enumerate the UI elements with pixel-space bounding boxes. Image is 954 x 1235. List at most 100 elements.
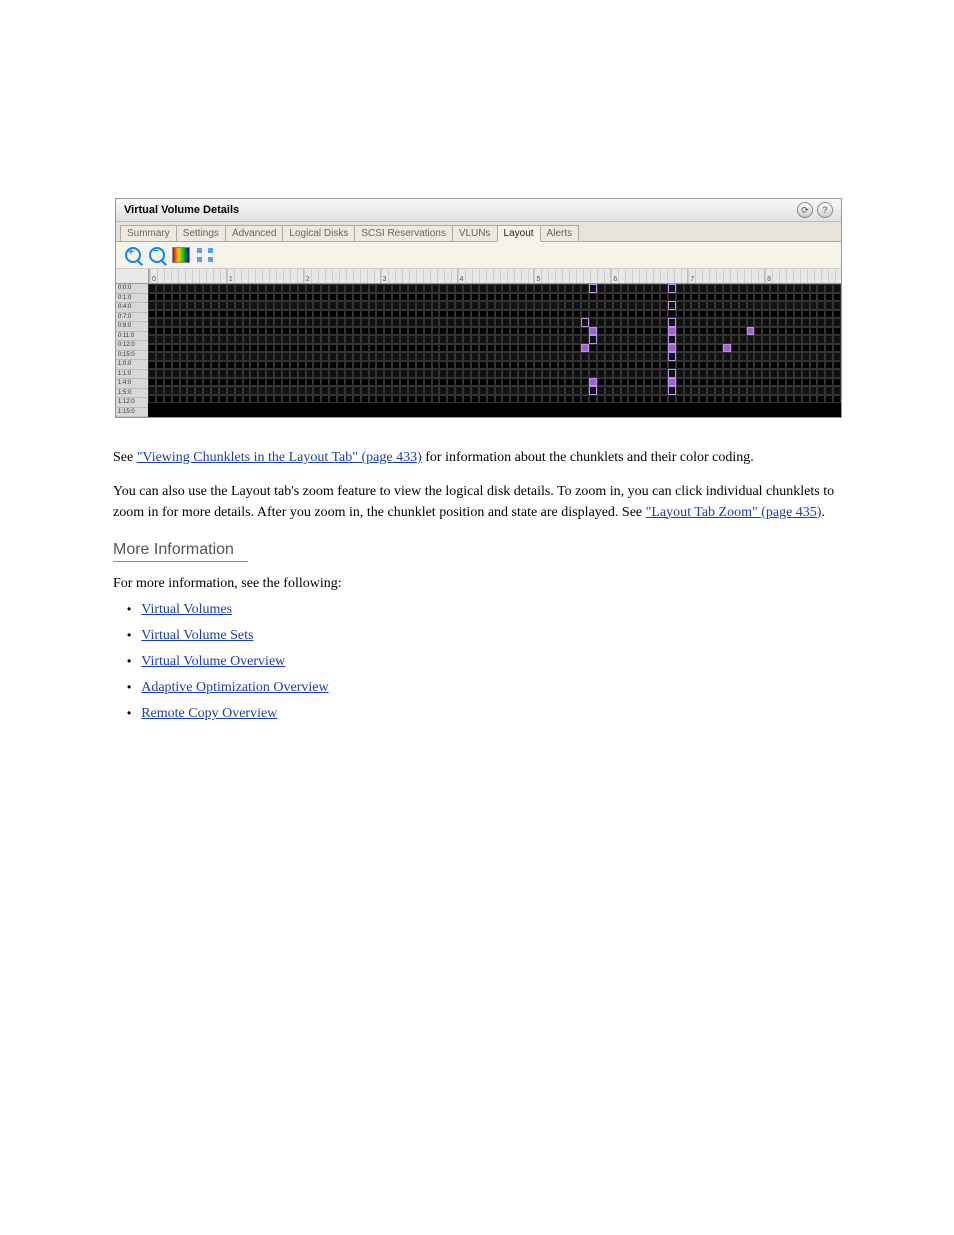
chunklet-cell[interactable] — [715, 352, 723, 361]
chunklet-cell[interactable] — [550, 344, 558, 353]
chunklet-cell[interactable] — [447, 386, 455, 395]
chunklet-cell[interactable] — [794, 335, 802, 344]
chunklet-cell[interactable] — [219, 344, 227, 353]
chunklet-cell[interactable] — [668, 378, 676, 387]
chunklet-cell[interactable] — [353, 301, 361, 310]
link-viewing-chunklets[interactable]: "Viewing Chunklets in the Layout Tab" (p… — [137, 450, 422, 465]
link-adaptive-optimization-overview[interactable]: Adaptive Optimization Overview — [141, 680, 328, 695]
chunklet-cell[interactable] — [518, 395, 526, 404]
chunklet-cell[interactable] — [502, 369, 510, 378]
chunklet-cell[interactable] — [550, 293, 558, 302]
chunklet-cell[interactable] — [400, 335, 408, 344]
chunklet-cell[interactable] — [148, 395, 156, 404]
chunklet-cell[interactable] — [707, 386, 715, 395]
chunklet-cell[interactable] — [424, 293, 432, 302]
chunklet-cell[interactable] — [361, 310, 369, 319]
chunklet-cell[interactable] — [542, 344, 550, 353]
chunklet-cell[interactable] — [731, 318, 739, 327]
chunklet-cell[interactable] — [684, 395, 692, 404]
chunklet-cell[interactable] — [495, 301, 503, 310]
chunklet-cell[interactable] — [676, 352, 684, 361]
chunklet-cell[interactable] — [424, 386, 432, 395]
chunklet-cell[interactable] — [479, 310, 487, 319]
chunklet-cell[interactable] — [219, 386, 227, 395]
chunklet-cell[interactable] — [471, 386, 479, 395]
chunklet-cell[interactable] — [558, 361, 566, 370]
tab-alerts[interactable]: Alerts — [540, 225, 580, 241]
chunklet-cell[interactable] — [699, 327, 707, 336]
chunklet-cell[interactable] — [243, 395, 251, 404]
chunklet-cell[interactable] — [321, 335, 329, 344]
chunklet-cell[interactable] — [400, 284, 408, 293]
chunklet-cell[interactable] — [739, 395, 747, 404]
chunklet-cell[interactable] — [156, 327, 164, 336]
chunklet-cell[interactable] — [739, 378, 747, 387]
chunklet-cell[interactable] — [652, 284, 660, 293]
chunklet-cell[interactable] — [227, 386, 235, 395]
chunklet-cell[interactable] — [754, 327, 762, 336]
chunklet-cell[interactable] — [786, 293, 794, 302]
chunklet-cell[interactable] — [400, 310, 408, 319]
chunklet-cell[interactable] — [416, 386, 424, 395]
chunklet-cell[interactable] — [400, 361, 408, 370]
chunklet-cell[interactable] — [495, 369, 503, 378]
chunklet-cell[interactable] — [684, 344, 692, 353]
chunklet-cell[interactable] — [243, 386, 251, 395]
chunklet-cell[interactable] — [321, 361, 329, 370]
chunklet-cell[interactable] — [243, 344, 251, 353]
chunklet-cell[interactable] — [770, 395, 778, 404]
chunklet-cell[interactable] — [195, 378, 203, 387]
chunklet-cell[interactable] — [487, 369, 495, 378]
chunklet-cell[interactable] — [786, 386, 794, 395]
chunklet-cell[interactable] — [581, 284, 589, 293]
chunklet-cell[interactable] — [250, 352, 258, 361]
chunklet-cell[interactable] — [424, 352, 432, 361]
chunklet-cell[interactable] — [502, 335, 510, 344]
chunklet-cell[interactable] — [400, 352, 408, 361]
chunklet-cell[interactable] — [258, 352, 266, 361]
chunklet-cell[interactable] — [762, 361, 770, 370]
chunklet-cell[interactable] — [613, 344, 621, 353]
chunklet-cell[interactable] — [715, 378, 723, 387]
chunklet-cell[interactable] — [747, 327, 755, 336]
chunklet-cell[interactable] — [558, 318, 566, 327]
chunklet-cell[interactable] — [778, 369, 786, 378]
chunklet-cell[interactable] — [471, 335, 479, 344]
chunklet-cell[interactable] — [321, 284, 329, 293]
chunklet-cell[interactable] — [313, 369, 321, 378]
chunklet-cell[interactable] — [542, 378, 550, 387]
chunklet-cell[interactable] — [668, 301, 676, 310]
chunklet-cell[interactable] — [621, 352, 629, 361]
chunklet-cell[interactable] — [353, 310, 361, 319]
chunklet-cell[interactable] — [392, 352, 400, 361]
chunklet-cell[interactable] — [258, 344, 266, 353]
chunklet-cell[interactable] — [628, 310, 636, 319]
chunklet-cell[interactable] — [495, 284, 503, 293]
chunklet-cell[interactable] — [369, 386, 377, 395]
chunklet-cell[interactable] — [526, 335, 534, 344]
chunklet-cell[interactable] — [581, 327, 589, 336]
chunklet-cell[interactable] — [565, 335, 573, 344]
chunklet-cell[interactable] — [510, 344, 518, 353]
chunklet-cell[interactable] — [479, 395, 487, 404]
chunklet-cell[interactable] — [810, 284, 818, 293]
chunklet-cell[interactable] — [707, 335, 715, 344]
chunklet-cell[interactable] — [613, 369, 621, 378]
chunklet-cell[interactable] — [833, 310, 841, 319]
chunklet-cell[interactable] — [699, 378, 707, 387]
chunklet-cell[interactable] — [424, 310, 432, 319]
chunklet-cell[interactable] — [817, 395, 825, 404]
chunklet-cell[interactable] — [810, 318, 818, 327]
chunklet-cell[interactable] — [558, 378, 566, 387]
chunklet-cell[interactable] — [621, 284, 629, 293]
chunklet-cell[interactable] — [203, 369, 211, 378]
chunklet-cell[interactable] — [416, 293, 424, 302]
chunklet-cell[interactable] — [660, 386, 668, 395]
chunklet-cell[interactable] — [432, 369, 440, 378]
chunklet-cell[interactable] — [235, 395, 243, 404]
chunklet-cell[interactable] — [628, 369, 636, 378]
chunklet-cell[interactable] — [400, 327, 408, 336]
chunklet-cell[interactable] — [298, 301, 306, 310]
chunklet-cell[interactable] — [361, 344, 369, 353]
chunklet-cell[interactable] — [810, 352, 818, 361]
